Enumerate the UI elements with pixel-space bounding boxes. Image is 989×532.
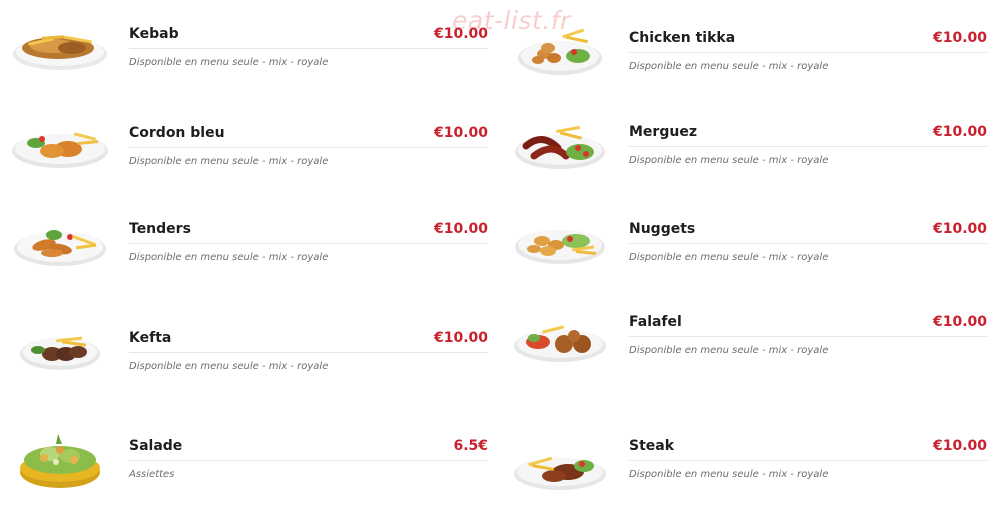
item-description: Disponible en menu seule - mix - royale	[629, 252, 829, 263]
divider	[629, 460, 987, 461]
item-description: Disponible en menu seule - mix - royale	[629, 469, 829, 480]
menu-item-nuggets[interactable]: Nuggets €10.00 Disponible en menu seule …	[512, 219, 987, 299]
item-price: 6.5€	[453, 438, 488, 454]
item-description: Disponible en menu seule - mix - royale	[129, 252, 329, 263]
divider	[629, 52, 987, 53]
item-price: €10.00	[932, 438, 987, 454]
menu-page: eat-list.fr Kebab €10.00 Disponible en m…	[0, 0, 989, 532]
cordon-bleu-plate-image	[12, 123, 112, 187]
item-price: €10.00	[433, 26, 488, 42]
item-price: €10.00	[932, 314, 987, 330]
divider	[629, 243, 987, 244]
divider	[129, 48, 488, 49]
item-name: Kefta	[129, 330, 172, 346]
item-name: Nuggets	[629, 221, 696, 237]
divider	[129, 460, 488, 461]
menu-item-steak[interactable]: Steak €10.00 Disponible en menu seule - …	[512, 436, 987, 516]
item-name: Cordon bleu	[129, 125, 225, 141]
item-description: Disponible en menu seule - mix - royale	[129, 156, 329, 167]
item-name: Steak	[629, 438, 675, 454]
menu-item-cordon-bleu[interactable]: Cordon bleu €10.00 Disponible en menu se…	[12, 123, 488, 203]
item-description: Disponible en menu seule - mix - royale	[129, 361, 329, 372]
item-name: Falafel	[629, 314, 682, 330]
merguez-plate-image	[512, 118, 612, 174]
menu-item-kebab[interactable]: Kebab €10.00 Disponible en menu seule - …	[12, 24, 488, 104]
item-name: Tenders	[129, 221, 191, 237]
salade-bowl-image	[12, 428, 112, 494]
item-description: Disponible en menu seule - mix - royale	[629, 61, 829, 72]
menu-item-merguez[interactable]: Merguez €10.00 Disponible en menu seule …	[512, 122, 987, 202]
nuggets-plate-image	[512, 219, 612, 283]
item-name: Salade	[129, 438, 183, 454]
divider	[129, 147, 488, 148]
menu-item-falafel[interactable]: Falafel €10.00 Disponible en menu seule …	[512, 312, 987, 392]
kebab-plate-image	[12, 24, 112, 88]
item-name: Merguez	[629, 124, 697, 140]
menu-item-salade[interactable]: Salade 6.5€ Assiettes	[12, 434, 488, 516]
item-price: €10.00	[932, 124, 987, 140]
menu-item-chicken-tikka[interactable]: Chicken tikka €10.00 Disponible en menu …	[512, 28, 987, 108]
falafel-plate-image	[512, 318, 612, 368]
tenders-plate-image	[12, 219, 112, 283]
item-price: €10.00	[433, 125, 488, 141]
divider	[629, 146, 987, 147]
item-description: Assiettes	[129, 469, 175, 480]
item-name: Chicken tikka	[629, 30, 736, 46]
item-price: €10.00	[932, 221, 987, 237]
item-description: Disponible en menu seule - mix - royale	[129, 57, 329, 68]
item-price: €10.00	[433, 221, 488, 237]
kefta-plate-image	[12, 328, 112, 392]
item-description: Disponible en menu seule - mix - royale	[629, 155, 829, 166]
item-description: Disponible en menu seule - mix - royale	[629, 345, 829, 356]
divider	[629, 336, 987, 337]
divider	[129, 352, 488, 353]
steak-plate-image	[512, 444, 612, 492]
menu-item-kefta[interactable]: Kefta €10.00 Disponible en menu seule - …	[12, 328, 488, 408]
item-price: €10.00	[932, 30, 987, 46]
item-price: €10.00	[433, 330, 488, 346]
menu-item-tenders[interactable]: Tenders €10.00 Disponible en menu seule …	[12, 219, 488, 299]
item-name: Kebab	[129, 26, 179, 42]
chicken-tikka-plate-image	[512, 22, 612, 80]
divider	[129, 243, 488, 244]
